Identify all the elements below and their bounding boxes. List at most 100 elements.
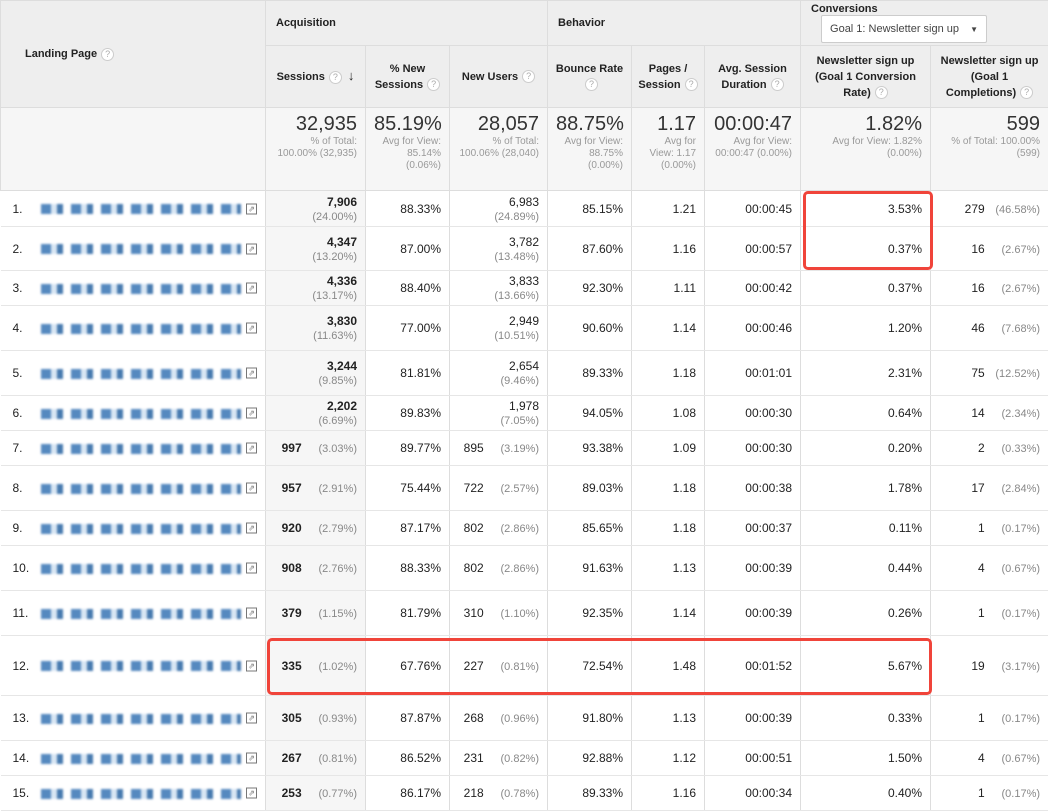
landing-page-cell[interactable]: 4.⇗: [1, 306, 266, 351]
total-sessions: 32,935% of Total: 100.00% (32,935): [266, 108, 366, 191]
table-row: 3.⇗ 4,336 (13.17%) 88.40% 3,833 (13.66%)…: [1, 271, 1048, 306]
open-external-icon[interactable]: ⇗: [246, 323, 257, 334]
landing-page-cell[interactable]: 14.⇗: [1, 741, 266, 776]
completions-cell: 16 (2.67%): [931, 227, 1048, 271]
column-avg-session-duration[interactable]: Avg. Session Duration?: [705, 46, 801, 108]
open-external-icon[interactable]: ⇗: [246, 608, 257, 619]
open-external-icon[interactable]: ⇗: [246, 523, 257, 534]
open-external-icon[interactable]: ⇗: [246, 753, 257, 764]
help-icon[interactable]: ?: [522, 70, 535, 83]
pages-per-session-cell: 1.48: [632, 636, 705, 696]
column-sessions[interactable]: Sessions?↓: [266, 46, 366, 108]
column-pages-per-session[interactable]: Pages / Session?: [632, 46, 705, 108]
landing-page-cell[interactable]: 5.⇗: [1, 351, 266, 396]
open-external-icon[interactable]: ⇗: [246, 483, 257, 494]
group-acquisition: Acquisition: [266, 1, 548, 46]
open-external-icon[interactable]: ⇗: [246, 368, 257, 379]
help-icon[interactable]: ?: [875, 86, 888, 99]
help-icon[interactable]: ?: [685, 78, 698, 91]
landing-page-cell[interactable]: 11.⇗: [1, 591, 266, 636]
landing-page-link[interactable]: [41, 564, 241, 574]
column-new-users[interactable]: New Users?: [450, 46, 548, 108]
column-goal1-conversion-rate[interactable]: Newsletter sign up (Goal 1 Conversion Ra…: [801, 46, 931, 108]
landing-page-link[interactable]: [41, 324, 241, 334]
landing-page-link[interactable]: [41, 661, 241, 671]
new-users-cell: 802 (2.86%): [450, 546, 548, 591]
help-icon[interactable]: ?: [427, 78, 440, 91]
landing-page-link[interactable]: [41, 244, 241, 254]
total-new-users: 28,057% of Total: 100.06% (28,040): [450, 108, 548, 191]
landing-page-link[interactable]: [41, 409, 241, 419]
completions-cell: 4 (0.67%): [931, 741, 1048, 776]
open-external-icon[interactable]: ⇗: [246, 713, 257, 724]
sort-desc-icon[interactable]: ↓: [348, 68, 355, 83]
landing-page-link[interactable]: [41, 369, 241, 379]
sessions-cell: 920 (2.79%): [266, 511, 366, 546]
open-external-icon[interactable]: ⇗: [246, 408, 257, 419]
landing-page-link[interactable]: [41, 714, 241, 724]
sessions-cell: 305 (0.93%): [266, 696, 366, 741]
landing-page-cell[interactable]: 2.⇗: [1, 227, 266, 271]
help-icon[interactable]: ?: [329, 71, 342, 84]
column-pct-new-sessions[interactable]: % New Sessions?: [366, 46, 450, 108]
column-goal1-completions[interactable]: Newsletter sign up (Goal 1 Completions)?: [931, 46, 1048, 108]
pct-new-sessions-cell: 87.00%: [366, 227, 450, 271]
help-icon[interactable]: ?: [585, 78, 598, 91]
landing-page-cell[interactable]: 10.⇗: [1, 546, 266, 591]
landing-page-cell[interactable]: 3.⇗: [1, 271, 266, 306]
open-external-icon[interactable]: ⇗: [246, 283, 257, 294]
landing-page-link[interactable]: [41, 609, 241, 619]
pct-new-sessions-cell: 86.52%: [366, 741, 450, 776]
completions-cell: 1 (0.17%): [931, 591, 1048, 636]
open-external-icon[interactable]: ⇗: [246, 203, 257, 214]
avg-session-duration-cell: 00:00:38: [705, 466, 801, 511]
landing-page-link[interactable]: [41, 444, 241, 454]
open-external-icon[interactable]: ⇗: [246, 788, 257, 799]
table-row: 5.⇗ 3,244 (9.85%) 81.81% 2,654 (9.46%) 8…: [1, 351, 1048, 396]
pages-per-session-cell: 1.16: [632, 776, 705, 811]
completions-cell: 75 (12.52%): [931, 351, 1048, 396]
bounce-rate-cell: 85.15%: [548, 191, 632, 227]
open-external-icon[interactable]: ⇗: [246, 443, 257, 454]
total-pages-per-session: 1.17Avg for View: 1.17 (0.00%): [632, 108, 705, 191]
help-icon[interactable]: ?: [1020, 86, 1033, 99]
landing-page-link[interactable]: [41, 524, 241, 534]
table-row: 11.⇗ 379 (1.15%) 81.79% 310 (1.10%) 92.3…: [1, 591, 1048, 636]
landing-page-link[interactable]: [41, 204, 241, 214]
landing-page-cell[interactable]: 12.⇗: [1, 636, 266, 696]
avg-session-duration-cell: 00:00:51: [705, 741, 801, 776]
landing-page-cell[interactable]: 1.⇗: [1, 191, 266, 227]
landing-page-cell[interactable]: 7.⇗: [1, 431, 266, 466]
landing-page-cell[interactable]: 15.⇗: [1, 776, 266, 811]
open-external-icon[interactable]: ⇗: [246, 660, 257, 671]
landing-page-link[interactable]: [41, 789, 241, 799]
landing-page-cell[interactable]: 6.⇗: [1, 396, 266, 431]
goal-select[interactable]: Goal 1: Newsletter sign up ▼: [821, 15, 987, 43]
open-external-icon[interactable]: ⇗: [246, 243, 257, 254]
avg-session-duration-cell: 00:01:01: [705, 351, 801, 396]
table-row: 13.⇗ 305 (0.93%) 87.87% 268 (0.96%) 91.8…: [1, 696, 1048, 741]
bounce-rate-cell: 90.60%: [548, 306, 632, 351]
landing-page-link[interactable]: [41, 484, 241, 494]
bounce-rate-cell: 89.03%: [548, 466, 632, 511]
conversion-rate-cell: 1.78%: [801, 466, 931, 511]
sessions-cell: 379 (1.15%): [266, 591, 366, 636]
table-row: 14.⇗ 267 (0.81%) 86.52% 231 (0.82%) 92.8…: [1, 741, 1048, 776]
landing-page-cell[interactable]: 8.⇗: [1, 466, 266, 511]
landing-page-link[interactable]: [41, 754, 241, 764]
landing-page-cell[interactable]: 9.⇗: [1, 511, 266, 546]
sessions-cell: 2,202 (6.69%): [266, 396, 366, 431]
avg-session-duration-cell: 00:00:37: [705, 511, 801, 546]
column-bounce-rate[interactable]: Bounce Rate?: [548, 46, 632, 108]
pct-new-sessions-cell: 81.81%: [366, 351, 450, 396]
landing-page-cell[interactable]: 13.⇗: [1, 696, 266, 741]
landing-page-link[interactable]: [41, 284, 241, 294]
conversion-rate-cell: 3.53%: [801, 191, 931, 227]
open-external-icon[interactable]: ⇗: [246, 563, 257, 574]
header-landing-page[interactable]: Landing Page?: [1, 1, 266, 108]
pages-per-session-cell: 1.18: [632, 466, 705, 511]
help-icon[interactable]: ?: [101, 48, 114, 61]
bounce-rate-cell: 92.35%: [548, 591, 632, 636]
conversion-rate-cell: 2.31%: [801, 351, 931, 396]
help-icon[interactable]: ?: [771, 78, 784, 91]
